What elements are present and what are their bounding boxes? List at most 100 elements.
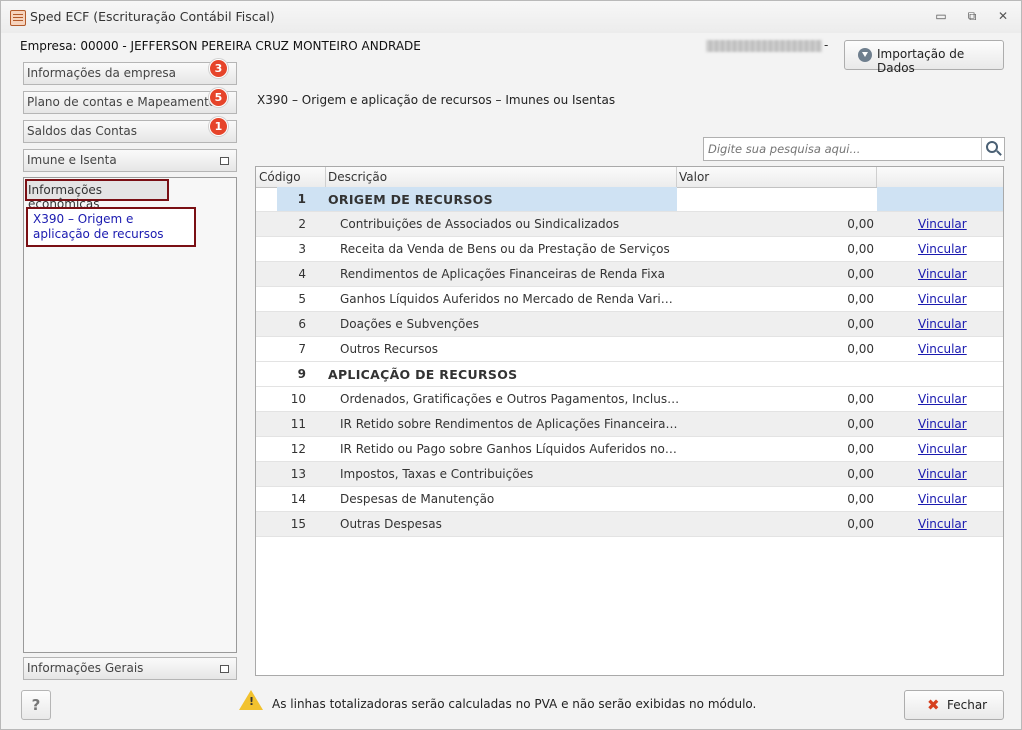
close-button-label: Fechar xyxy=(947,698,988,712)
cell-descricao: Ordenados, Gratificações e Outros Pagame… xyxy=(340,392,680,406)
sidebar-item-label: Informações da empresa xyxy=(27,66,176,80)
table-row[interactable]: 4 Rendimentos de Aplicações Financeiras d… xyxy=(256,262,1003,287)
cell-descricao: Despesas de Manutenção xyxy=(340,492,495,506)
cell-valor: 0,00 xyxy=(847,267,874,281)
data-grid: Código Descrição Valor 1 ORIGEM DE RECURS… xyxy=(255,166,1004,676)
table-row[interactable]: 11 IR Retido sobre Rendimentos de Aplicaç… xyxy=(256,412,1003,437)
cell-descricao: Contribuições de Associados ou Sindicali… xyxy=(340,217,620,231)
cell-descricao: Doações e Subvenções xyxy=(340,317,480,331)
cell-descricao: IR Retido sobre Rendimentos de Aplicaçõe… xyxy=(340,417,680,431)
sidebar-panel: Informações econômicas X390 – Origem e a… xyxy=(23,177,237,653)
close-window-icon[interactable]: ✕ xyxy=(995,9,1011,23)
sidebar-item-informacoes-gerais[interactable]: Informações Gerais xyxy=(23,657,237,680)
cell-valor: 0,00 xyxy=(847,517,874,531)
column-header-descricao[interactable]: Descrição xyxy=(328,170,387,184)
cell-valor: 0,00 xyxy=(847,217,874,231)
cell-codigo: 10 xyxy=(290,392,306,406)
table-row[interactable]: 15 Outras Despesas 0,00 Vincular xyxy=(256,512,1003,537)
sidebar-link-x390[interactable]: X390 – Origem e aplicação de recursos xyxy=(26,207,196,247)
vincular-link[interactable]: Vincular xyxy=(918,217,967,231)
sidebar-item-label: Plano de contas e Mapeamento xyxy=(27,95,217,109)
cell-codigo: 3 xyxy=(298,242,306,256)
table-row[interactable]: 12 IR Retido ou Pago sobre Ganhos Líquido… xyxy=(256,437,1003,462)
cell-codigo: 2 xyxy=(298,217,306,231)
table-row[interactable]: 5 Ganhos Líquidos Auferidos no Mercado de… xyxy=(256,287,1003,312)
warning-message: As linhas totalizadoras serão calculadas… xyxy=(272,697,757,711)
vincular-link[interactable]: Vincular xyxy=(918,292,967,306)
cell-descricao: Receita da Venda de Bens ou da Prestação… xyxy=(340,242,670,256)
cell-descricao: APLICAÇÃO DE RECURSOS xyxy=(328,367,518,382)
cell-descricao: Ganhos Líquidos Auferidos no Mercado de … xyxy=(340,292,680,306)
cell-valor: 0,00 xyxy=(847,342,874,356)
sidebar-item-saldos-contas[interactable]: Saldos das Contas 1 xyxy=(23,117,237,143)
column-header-valor[interactable]: Valor xyxy=(679,170,709,184)
search-box xyxy=(703,137,1005,161)
table-row[interactable]: 13 Impostos, Taxas e Contribuições 0,00 Vin… xyxy=(256,462,1003,487)
cell-codigo: 12 xyxy=(290,442,306,456)
table-row[interactable]: 6 Doações e Subvenções 0,00 Vincular xyxy=(256,312,1003,337)
cell-codigo: 11 xyxy=(290,417,306,431)
cell-valor: 0,00 xyxy=(847,317,874,331)
vincular-link[interactable]: Vincular xyxy=(918,442,967,456)
expand-icon[interactable] xyxy=(220,665,229,673)
search-input[interactable] xyxy=(706,140,980,158)
masked-field xyxy=(706,40,822,52)
warning-mark: ! xyxy=(249,695,255,708)
title-bar[interactable]: Sped ECF (Escrituração Contábil Fiscal) … xyxy=(1,1,1021,33)
sidebar-link-label: X390 – Origem e aplicação de recursos xyxy=(33,212,164,241)
sidebar-item-plano-contas[interactable]: Plano de contas e Mapeamento 5 xyxy=(23,88,237,114)
notification-badge: 1 xyxy=(209,117,228,136)
cell-codigo: 15 xyxy=(290,517,306,531)
table-row[interactable]: 14 Despesas de Manutenção 0,00 Vincular xyxy=(256,487,1003,512)
sidebar-item-label: Imune e Isenta xyxy=(27,153,117,167)
sidebar-item-imune-isenta[interactable]: Imune e Isenta xyxy=(23,149,237,172)
app-icon xyxy=(10,10,26,26)
vincular-link[interactable]: Vincular xyxy=(918,242,967,256)
vincular-link[interactable]: Vincular xyxy=(918,467,967,481)
vincular-link[interactable]: Vincular xyxy=(918,317,967,331)
vincular-link[interactable]: Vincular xyxy=(918,492,967,506)
notification-badge: 5 xyxy=(209,88,228,107)
cell-valor: 0,00 xyxy=(847,242,874,256)
table-row[interactable]: 2 Contribuições de Associados ou Sindical… xyxy=(256,212,1003,237)
cell-codigo: 5 xyxy=(298,292,306,306)
table-row[interactable]: 7 Outros Recursos 0,00 Vincular xyxy=(256,337,1003,362)
page-title: X390 – Origem e aplicação de recursos – … xyxy=(257,93,616,107)
section-header-informacoes-economicas[interactable]: Informações econômicas xyxy=(25,179,169,211)
table-group-row[interactable]: 9 APLICAÇÃO DE RECURSOS xyxy=(256,362,1003,387)
download-icon xyxy=(858,48,872,62)
table-row[interactable]: 3 Receita da Venda de Bens ou da Prestaçã… xyxy=(256,237,1003,262)
vincular-link[interactable]: Vincular xyxy=(918,517,967,531)
help-button[interactable]: ? xyxy=(21,690,51,720)
column-header-codigo[interactable]: Código xyxy=(259,170,301,184)
sidebar-item-label: Informações Gerais xyxy=(27,661,144,675)
close-button[interactable]: ✖ Fechar xyxy=(904,690,1004,720)
cell-descricao: Rendimentos de Aplicações Financeiras de… xyxy=(340,267,665,281)
vincular-link[interactable]: Vincular xyxy=(918,417,967,431)
cell-codigo: 9 xyxy=(297,367,306,381)
cell-valor: 0,00 xyxy=(847,467,874,481)
cell-descricao: Outras Despesas xyxy=(340,517,442,531)
cell-descricao: Impostos, Taxas e Contribuições xyxy=(340,467,534,481)
search-icon[interactable] xyxy=(981,138,1004,160)
cell-valor: 0,00 xyxy=(847,292,874,306)
grid-header: Código Descrição Valor xyxy=(256,167,1003,188)
cell-codigo: 1 xyxy=(297,192,306,206)
table-group-row[interactable]: 1 ORIGEM DE RECURSOS xyxy=(256,187,1003,212)
vincular-link[interactable]: Vincular xyxy=(918,342,967,356)
cell-descricao: ORIGEM DE RECURSOS xyxy=(328,192,493,207)
import-data-label: Importação de Dados xyxy=(877,47,965,75)
restore-icon[interactable]: ⧉ xyxy=(964,9,980,23)
masked-suffix: - xyxy=(824,38,829,52)
cell-valor: 0,00 xyxy=(847,417,874,431)
vincular-link[interactable]: Vincular xyxy=(918,267,967,281)
vincular-link[interactable]: Vincular xyxy=(918,392,967,406)
import-data-button[interactable]: Importação de Dados xyxy=(844,40,1004,75)
sidebar-item-informacoes-empresa[interactable]: Informações da empresa 3 xyxy=(23,59,237,85)
close-icon: ✖ xyxy=(927,696,940,714)
table-row[interactable]: 10 Ordenados, Gratificações e Outros Paga… xyxy=(256,387,1003,412)
cell-valor: 0,00 xyxy=(847,492,874,506)
sidebar-item-label: Saldos das Contas xyxy=(27,124,138,138)
minimize-icon[interactable]: ▭ xyxy=(933,9,949,23)
expand-icon[interactable] xyxy=(220,157,229,165)
